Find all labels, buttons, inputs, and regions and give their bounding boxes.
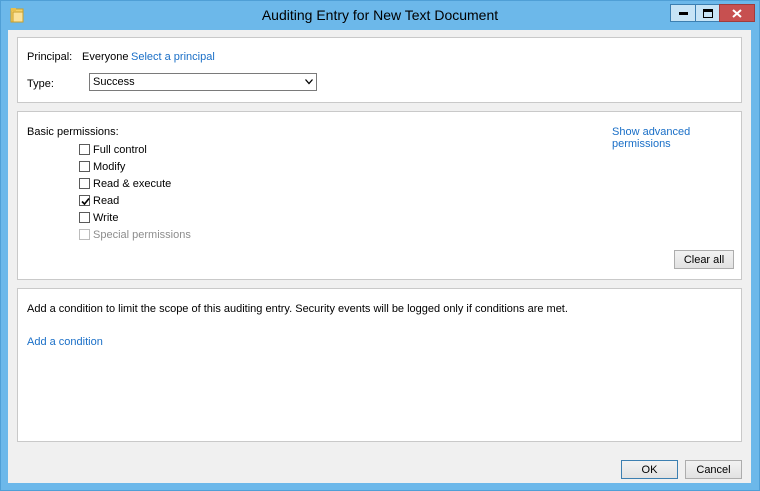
permission-label: Modify bbox=[93, 160, 126, 173]
checkmark-icon bbox=[81, 197, 90, 206]
checkbox[interactable] bbox=[79, 161, 90, 172]
principal-label: Principal: bbox=[27, 51, 73, 63]
chevron-down-icon bbox=[305, 79, 313, 85]
permission-modify[interactable]: Modify bbox=[79, 159, 125, 174]
checkbox[interactable] bbox=[79, 178, 90, 189]
add-condition-link[interactable]: Add a condition bbox=[27, 336, 103, 348]
permission-read-execute[interactable]: Read & execute bbox=[79, 176, 171, 191]
window-title: Auditing Entry for New Text Document bbox=[261, 7, 499, 23]
ok-button[interactable]: OK bbox=[621, 460, 678, 479]
permission-label: Read & execute bbox=[93, 177, 172, 190]
permission-read[interactable]: Read bbox=[79, 193, 119, 208]
maximize-button[interactable] bbox=[695, 4, 720, 22]
dialog-body: Principal: Everyone Select a principal T… bbox=[8, 30, 751, 483]
clear-all-button[interactable]: Clear all bbox=[674, 250, 734, 269]
principal-panel: Principal: Everyone Select a principal T… bbox=[17, 37, 742, 103]
minimize-button[interactable] bbox=[670, 4, 696, 22]
permission-label: Read bbox=[93, 194, 120, 207]
type-dropdown[interactable]: Success bbox=[89, 73, 317, 91]
condition-description: Add a condition to limit the scope of th… bbox=[27, 303, 568, 315]
permission-label: Special permissions bbox=[93, 228, 191, 241]
principal-value: Everyone bbox=[82, 51, 129, 63]
permissions-panel: Basic permissions: Show advanced permiss… bbox=[17, 111, 742, 280]
minimize-icon bbox=[678, 11, 688, 15]
title-bar[interactable]: Auditing Entry for New Text Document bbox=[1, 1, 759, 30]
type-dropdown-value: Success bbox=[93, 76, 135, 88]
checkbox-disabled bbox=[79, 229, 90, 240]
close-icon bbox=[732, 8, 742, 18]
basic-permissions-label: Basic permissions: bbox=[27, 126, 119, 138]
select-principal-link[interactable]: Select a principal bbox=[131, 51, 215, 63]
close-button[interactable] bbox=[719, 4, 755, 22]
permission-label: Write bbox=[93, 211, 119, 224]
checkbox[interactable] bbox=[79, 212, 90, 223]
permission-special: Special permissions bbox=[79, 227, 191, 242]
checkbox-checked[interactable] bbox=[79, 195, 90, 206]
show-advanced-permissions-link[interactable]: Show advanced permissions bbox=[612, 126, 741, 150]
permission-write[interactable]: Write bbox=[79, 210, 118, 225]
permission-full-control[interactable]: Full control bbox=[79, 142, 147, 157]
cancel-button[interactable]: Cancel bbox=[685, 460, 742, 479]
permission-label: Full control bbox=[93, 143, 147, 156]
type-label: Type: bbox=[27, 78, 54, 90]
checkbox[interactable] bbox=[79, 144, 90, 155]
maximize-icon bbox=[702, 8, 713, 18]
dialog-window: Auditing Entry for New Text Document Pri… bbox=[0, 0, 760, 491]
condition-panel: Add a condition to limit the scope of th… bbox=[17, 288, 742, 442]
